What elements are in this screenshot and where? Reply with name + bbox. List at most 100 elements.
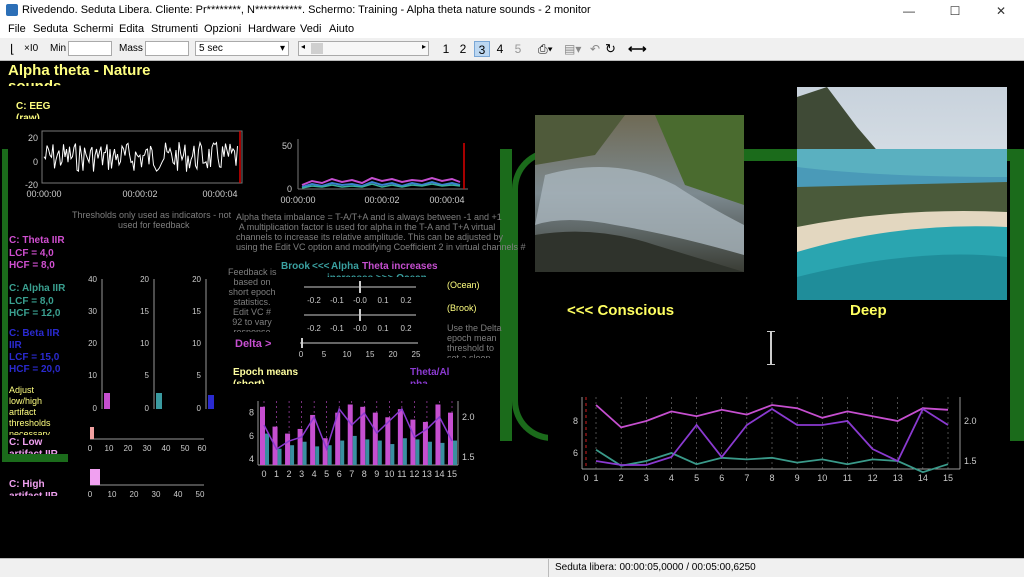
max-field[interactable] <box>145 41 189 56</box>
beta-tick-0: 0 <box>197 404 202 413</box>
scale2-tick-a: -0.2 <box>307 324 321 333</box>
thresholds-note: Thresholds only used as indicators - not <box>72 210 232 220</box>
scale2-tick-b: -0.1 <box>330 324 344 333</box>
scale1-tick-d: 0.1 <box>377 296 389 305</box>
menu-file[interactable]: File <box>8 23 26 35</box>
menu-vedi[interactable]: Vedi <box>300 23 321 35</box>
scroll-right-icon[interactable]: ▸ <box>422 42 426 51</box>
alpha-tick-15: 15 <box>140 307 149 316</box>
x-tick-label: 4 <box>669 473 674 483</box>
x-tick-label: 14 <box>434 469 444 479</box>
x0-toggle[interactable]: ×I0 <box>24 41 38 57</box>
x-tick-label: 6 <box>337 469 342 479</box>
eeg-trace-panel: 20 0 -20 00:00:00 00:00:02 00:00:04 <box>25 130 243 199</box>
scale3-tick-25: 25 <box>412 350 421 359</box>
time-scrollbar[interactable]: ◂ ▸ <box>298 41 429 56</box>
scale1-tick-e: 0.2 <box>400 296 412 305</box>
theta-bar <box>297 428 303 465</box>
adjust-note: Adjust low/high artifact thresholds nece… <box>9 385 51 435</box>
menu-schermi[interactable]: Schermi <box>73 23 113 35</box>
epoch-means-chart: 4681.52.00 1 2 3 4 5 6 7 8 9 10 11 12 13 14 15 <box>249 401 475 479</box>
eeg-time-0: 00:00:00 <box>26 189 61 199</box>
epoch-means-label: Epoch means <box>233 367 299 378</box>
feedback-note: Feedback is based on short epoch statist… <box>228 267 277 332</box>
x-tick-label: 10 <box>817 473 827 483</box>
undo-icon[interactable]: ↶ <box>590 41 600 57</box>
session-trend-chart: 681.52.01 2 3 4 5 6 7 8 9 10 11 12 13 14 150 <box>573 397 977 483</box>
y-tick-label: 6 <box>573 448 578 458</box>
brook-paren-label: (Brook) <box>447 303 477 313</box>
x-tick-label: 9 <box>374 469 379 479</box>
beta-hcf: HCF = 20,0 <box>9 364 61 375</box>
scale1-tick-a: -0.2 <box>307 296 321 305</box>
low-tick-0: 0 <box>88 444 93 453</box>
high-artifact-label2: artifact IIR <box>9 491 58 496</box>
status-bar: Seduta libera: 00:00:05,0000 / 00:05:00,… <box>0 558 1024 577</box>
horizontal-arrows-icon[interactable]: ⟷ <box>628 41 647 57</box>
delta-label: Delta > <box>235 338 272 350</box>
delta-note-line2: epoch mean <box>447 333 497 343</box>
alpha-bar <box>327 445 332 465</box>
theta-bar <box>435 404 441 465</box>
high-tick-50: 50 <box>196 490 205 499</box>
theta-meter: 40 30 20 10 0 <box>88 275 110 413</box>
time-select[interactable]: 5 sec ▾ <box>195 41 289 56</box>
alpha-bar <box>390 444 395 465</box>
x-tick-label: 3 <box>644 473 649 483</box>
ocean-photo <box>797 87 1007 300</box>
page-2-button[interactable]: 2 <box>455 41 471 57</box>
high-tick-40: 40 <box>174 490 183 499</box>
feedback-note-line3: short epoch <box>228 287 276 297</box>
alpha-lcf: LCF = 8,0 <box>9 296 54 307</box>
alpha-bar <box>315 446 320 465</box>
menu-seduta[interactable]: Seduta <box>33 23 68 35</box>
copy-icon[interactable]: ▤▾ <box>564 41 581 57</box>
min-field[interactable] <box>68 41 112 56</box>
x-tick-label: 14 <box>918 473 928 483</box>
minimize-button[interactable]: — <box>886 0 932 22</box>
page-5-button[interactable]: 5 <box>510 41 526 57</box>
scroll-left-icon[interactable]: ◂ <box>301 42 305 51</box>
menu-opzioni[interactable]: Opzioni <box>204 23 241 35</box>
adjust-note-line1: Adjust <box>9 385 35 395</box>
menu-edita[interactable]: Edita <box>119 23 144 35</box>
redo-icon[interactable]: ↻ <box>605 41 616 57</box>
theta-bar <box>410 419 416 465</box>
delta-note-line4: set a sleep <box>447 353 491 358</box>
x-tick-label: 0 <box>583 473 588 483</box>
x-tick-label: 2 <box>287 469 292 479</box>
maximize-button[interactable]: ☐ <box>932 0 978 22</box>
beta-tick-15: 15 <box>192 307 201 316</box>
scale3-tick-20: 20 <box>389 350 398 359</box>
beta-meter: 20 15 10 5 0 <box>192 275 214 413</box>
low-tick-60: 60 <box>198 444 207 453</box>
page-4-button[interactable]: 4 <box>492 41 508 57</box>
time-select-value: 5 sec <box>199 43 223 54</box>
menu-aiuto[interactable]: Aiuto <box>329 23 354 35</box>
alpha-hcf: HCF = 12,0 <box>9 308 61 319</box>
axis-icon[interactable]: ⌊ <box>10 41 15 57</box>
alpha-tick-10: 10 <box>140 339 149 348</box>
y-tick-label: 6 <box>249 431 254 441</box>
x-tick-label: 11 <box>843 473 852 483</box>
scroll-thumb[interactable] <box>311 43 323 54</box>
page-3-button[interactable]: 3 <box>474 41 490 57</box>
high-tick-0: 0 <box>88 490 93 499</box>
theta-alpha-label: Theta/Al <box>410 367 450 378</box>
menu-hardware[interactable]: Hardware <box>248 23 296 35</box>
alpha-level-bar <box>156 393 162 409</box>
imbalance-note: Alpha theta imbalance = T-A/T+A and is a… <box>236 212 526 252</box>
y2-tick-label: 2.0 <box>964 416 977 426</box>
beta-tick-10: 10 <box>192 339 201 348</box>
alpha-bar <box>427 441 432 465</box>
spectrum-time-0: 00:00:00 <box>280 195 315 205</box>
toolbar: ⌊ ×I0 Min Mass 5 sec ▾ ◂ ▸ 1 2 3 4 5 ⎙▾ … <box>0 38 1024 61</box>
menu-strumenti[interactable]: Strumenti <box>151 23 198 35</box>
x-tick-label: 11 <box>397 469 406 479</box>
close-button[interactable]: ✕ <box>978 0 1024 22</box>
scale1-tick-b: -0.1 <box>330 296 344 305</box>
eeg-tick-0: 0 <box>33 157 38 167</box>
delta-note: Use the Delta epoch mean threshold to se… <box>447 323 502 358</box>
print-icon[interactable]: ⎙▾ <box>538 41 553 57</box>
page-1-button[interactable]: 1 <box>438 41 454 57</box>
